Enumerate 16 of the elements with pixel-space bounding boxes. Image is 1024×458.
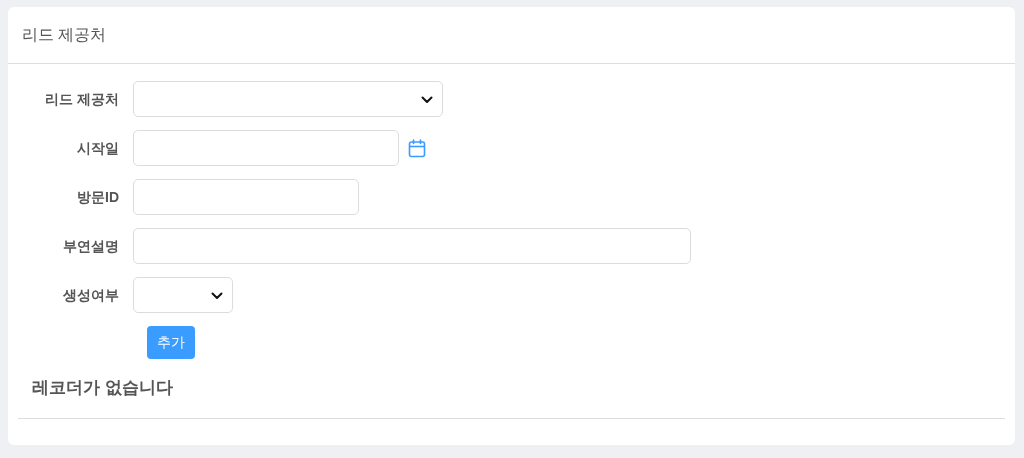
field-label: 방문ID: [77, 189, 119, 205]
field-label: 생성여부: [63, 287, 119, 303]
text-field[interactable]: [133, 228, 691, 264]
text-field[interactable]: [133, 179, 359, 215]
chevron-down-icon: [421, 96, 433, 104]
dropdown-field[interactable]: [133, 81, 443, 117]
field-label: 시작일: [77, 140, 119, 156]
add-button[interactable]: 추가: [147, 326, 195, 359]
field-label: 부연설명: [63, 238, 119, 254]
empty-message: 레코더가 없습니다: [32, 378, 173, 397]
dropdown-field[interactable]: [133, 277, 233, 313]
calendar-icon[interactable]: [408, 138, 426, 158]
field-label: 리드 제공처: [45, 91, 119, 107]
date-field[interactable]: [133, 130, 399, 166]
card-title: 리드 제공처: [22, 25, 107, 45]
chevron-down-icon: [211, 292, 223, 300]
